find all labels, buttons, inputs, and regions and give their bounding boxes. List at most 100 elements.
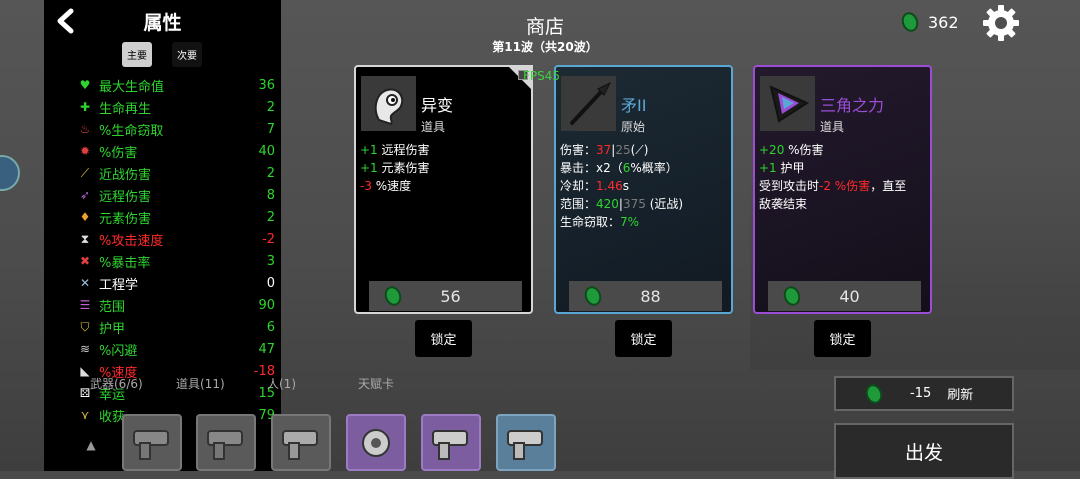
- card-stat-segment: 远程伤害: [377, 143, 430, 157]
- card-stat-segment: (近战): [645, 197, 684, 211]
- damage-icon: ✹: [79, 144, 91, 158]
- harvest-icon: ⋎: [80, 408, 90, 422]
- gun-icon: [507, 429, 543, 460]
- stat-value: 3: [266, 253, 275, 269]
- stat-value: 90: [258, 297, 275, 313]
- lifesteal-icon: ♨: [79, 122, 91, 136]
- regen-icon: ✚: [79, 100, 91, 114]
- stat-row: ⟋ 近战伤害 2: [77, 162, 275, 184]
- inventory-slot[interactable]: [122, 414, 182, 471]
- gun-icon: [282, 429, 318, 460]
- spear-icon: [561, 76, 616, 131]
- stat-row: ♥ 最大生命值 36: [77, 74, 275, 96]
- stat-row: ⧗ %攻击速度 -2: [77, 228, 275, 250]
- card-stat-segment: 伤害：: [560, 143, 597, 157]
- card-stat-segment: -2 %伤害: [819, 179, 871, 193]
- stat-value: 47: [258, 341, 275, 357]
- inventory-slot[interactable]: [271, 414, 331, 471]
- stat-name: 工程学: [99, 277, 139, 293]
- tab-talent-cards[interactable]: 天赋卡: [358, 375, 394, 392]
- card-stat-segment: +1: [759, 161, 777, 175]
- card-stat-segment: 元素伤害: [377, 161, 430, 175]
- gun-icon: [133, 429, 169, 460]
- crit-icon: ✖: [79, 254, 91, 268]
- sword-icon: ⟋: [80, 165, 90, 180]
- stat-row: ✹ %伤害 40: [77, 140, 275, 162]
- dodge-icon: ≋: [79, 342, 91, 356]
- stat-value: 0: [266, 275, 275, 291]
- price-value: 40: [839, 286, 860, 306]
- stat-row: ☰ 范围 90: [77, 294, 275, 316]
- card-stat-segment: ，直至: [870, 179, 907, 193]
- card-type: 道具: [421, 120, 446, 134]
- refresh-cost: -15: [910, 386, 932, 401]
- minigun-icon: [362, 428, 390, 457]
- stat-row: ♨ %生命窃取 7: [77, 118, 275, 140]
- stat-value: 2: [266, 165, 275, 181]
- card-stat-line: 伤害：37|25(⟋): [560, 141, 732, 159]
- stat-name: %生命窃取: [99, 123, 164, 139]
- coin-icon: [899, 9, 921, 35]
- price-value: 56: [440, 286, 461, 306]
- refresh-button[interactable]: -15 刷新: [834, 376, 1014, 411]
- stat-name: 最大生命值: [99, 79, 165, 95]
- inventory-slot[interactable]: [496, 414, 556, 471]
- buy-button[interactable]: 56: [369, 281, 522, 311]
- stat-name: 近战伤害: [99, 167, 152, 183]
- card-stat-line: -3 %速度: [360, 177, 532, 195]
- stat-row: ♦ 元素伤害 2: [77, 206, 275, 228]
- triangle-power-icon: [760, 76, 815, 131]
- buy-button[interactable]: 40: [768, 281, 921, 311]
- tab-characters[interactable]: 人(1): [267, 375, 296, 392]
- card-name: 矛II: [621, 96, 647, 115]
- range-icon: ☰: [79, 298, 91, 312]
- card-stat-segment: 1.46: [596, 179, 623, 193]
- card-stat-segment: 护甲: [776, 161, 805, 175]
- stat-name: %攻击速度: [99, 233, 164, 249]
- buy-button[interactable]: 88: [569, 281, 722, 311]
- card-stat-segment: %速度: [371, 179, 412, 193]
- card-stat-line: 范围：420|375 (近战): [560, 195, 732, 213]
- shop-card[interactable]: 三角之力 道具 +20 %伤害 +1 护甲 受到攻击时-2 %伤害，直至 敌袭结束 4…: [753, 65, 932, 314]
- currency-display: 362: [899, 9, 959, 35]
- refresh-label: 刷新: [947, 388, 974, 403]
- stat-value: 36: [258, 77, 275, 93]
- settings-button[interactable]: [980, 2, 1022, 44]
- stat-row: ⛉ 护甲 6: [77, 316, 275, 338]
- tab-weapons[interactable]: 武器(6/6): [90, 375, 143, 392]
- shop-card[interactable]: 异变 道具 +1 远程伤害 +1 元素伤害 -3 %速度 56: [354, 65, 533, 314]
- stat-value: 2: [266, 209, 275, 225]
- card-stat-segment: %概率）: [630, 161, 678, 175]
- lock-button[interactable]: 锁定: [615, 320, 672, 357]
- price-value: 88: [640, 286, 661, 306]
- stat-value: 8: [266, 187, 275, 203]
- card-stat-line: 敌袭结束: [759, 195, 931, 213]
- card-stat-line: 暴击：x2（6%概率）: [560, 159, 732, 177]
- card-stats: 伤害：37|25(⟋) 暴击：x2（6%概率） 冷却：1.46s 范围：420|375…: [560, 141, 732, 231]
- inventory-slot[interactable]: [346, 414, 406, 471]
- tab-items[interactable]: 道具(11): [176, 375, 225, 392]
- gear-icon: [983, 5, 1019, 41]
- lock-button[interactable]: 锁定: [415, 320, 472, 357]
- card-stat-segment: 受到攻击时: [759, 179, 820, 193]
- card-stat-segment: 375: [622, 197, 646, 211]
- shop-card[interactable]: 矛II 原始 伤害：37|25(⟋) 暴击：x2（6%概率） 冷却：1.46s 范围：…: [554, 65, 733, 314]
- flame-icon: ♦: [79, 210, 91, 224]
- card-stat-line: +1 元素伤害: [360, 159, 532, 177]
- card-stat-segment: 暴击：x2（: [560, 161, 623, 175]
- card-stat-segment: -3: [360, 179, 372, 193]
- inventory-slot[interactable]: [196, 414, 256, 471]
- stat-name: 远程伤害: [99, 189, 152, 205]
- card-stats: +1 远程伤害 +1 元素伤害 -3 %速度: [360, 141, 532, 195]
- scroll-up-icon[interactable]: ▲: [78, 432, 104, 458]
- stat-row: ✚ 生命再生 2: [77, 96, 275, 118]
- card-type: 道具: [820, 120, 845, 134]
- card-stat-line: 受到攻击时-2 %伤害，直至: [759, 177, 931, 195]
- stats-panel: 属性 主要 次要 ♥ 最大生命值 36 ✚ 生命再生 2 ♨ %生命窃取 7 ✹ %伤害 40 ⟋ 近战伤…: [44, 0, 281, 471]
- coin-icon: [863, 381, 885, 406]
- inventory-slot[interactable]: [421, 414, 481, 471]
- card-stat-line: +1 护甲: [759, 159, 931, 177]
- card-stat-segment: 冷却：: [560, 179, 597, 193]
- stat-row: ✖ %暴击率 3: [77, 250, 275, 272]
- lock-button[interactable]: 锁定: [814, 320, 871, 357]
